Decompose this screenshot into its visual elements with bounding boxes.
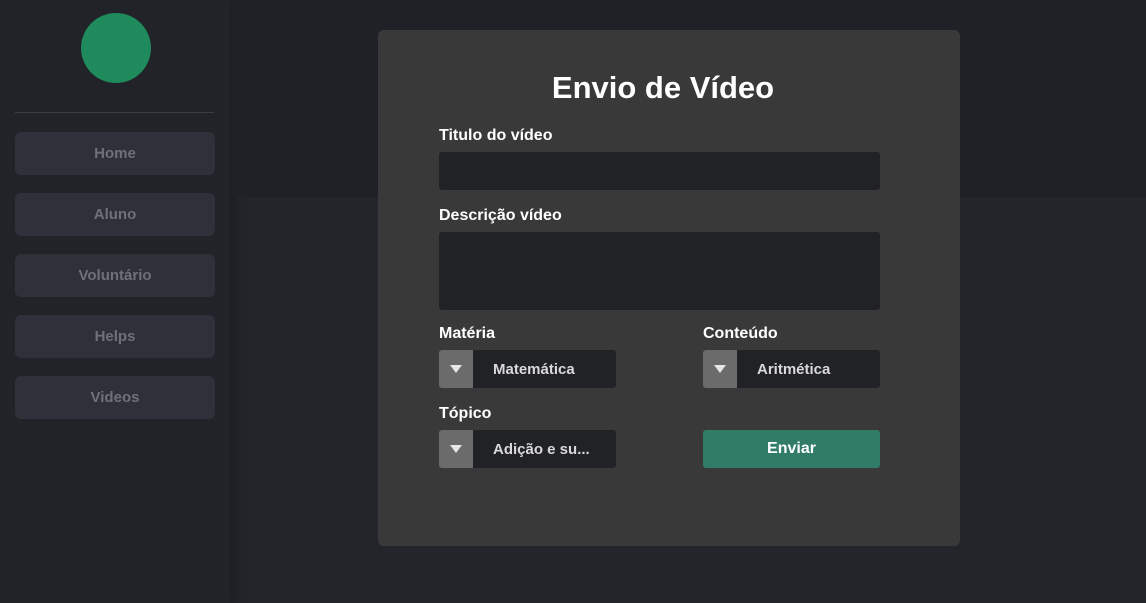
topico-select[interactable]: Adição e su... [439,430,616,468]
sidebar-item-voluntario[interactable]: Voluntário [15,254,215,297]
video-upload-form: Envio de Vídeo Titulo do vídeo Descrição… [378,30,960,546]
video-description-label: Descrição vídeo [439,207,562,224]
page-title: Envio de Vídeo [551,70,775,105]
conteudo-label: Conteúdo [703,325,778,342]
video-title-label: Titulo do vídeo [439,127,553,144]
sidebar-item-home[interactable]: Home [15,132,215,175]
video-title-input[interactable] [439,152,880,190]
topico-selected-value: Adição e su... [473,430,616,468]
caret-down-icon [439,430,473,468]
materia-selected-value: Matemática [473,350,616,388]
sidebar-item-label: Helps [94,328,136,345]
conteudo-selected-value: Aritmética [737,350,880,388]
sidebar-item-label: Aluno [93,206,137,223]
submit-button[interactable]: Enviar [703,430,880,468]
caret-down-icon [703,350,737,388]
sidebar-item-label: Voluntário [78,267,152,284]
sidebar-divider [15,112,214,113]
topico-label: Tópico [439,405,492,422]
caret-down-icon [439,350,473,388]
sidebar: Home Aluno Voluntário Helps Videos [0,0,230,603]
sidebar-item-aluno[interactable]: Aluno [15,193,215,236]
conteudo-select[interactable]: Aritmética [703,350,880,388]
sidebar-item-helps[interactable]: Helps [15,315,215,358]
materia-label: Matéria [439,325,496,342]
sidebar-item-label: Home [94,145,136,162]
sidebar-item-label: Videos [90,389,140,406]
materia-select[interactable]: Matemática [439,350,616,388]
avatar[interactable] [81,13,151,83]
sidebar-item-videos[interactable]: Videos [15,376,215,419]
video-description-input[interactable] [439,232,880,310]
